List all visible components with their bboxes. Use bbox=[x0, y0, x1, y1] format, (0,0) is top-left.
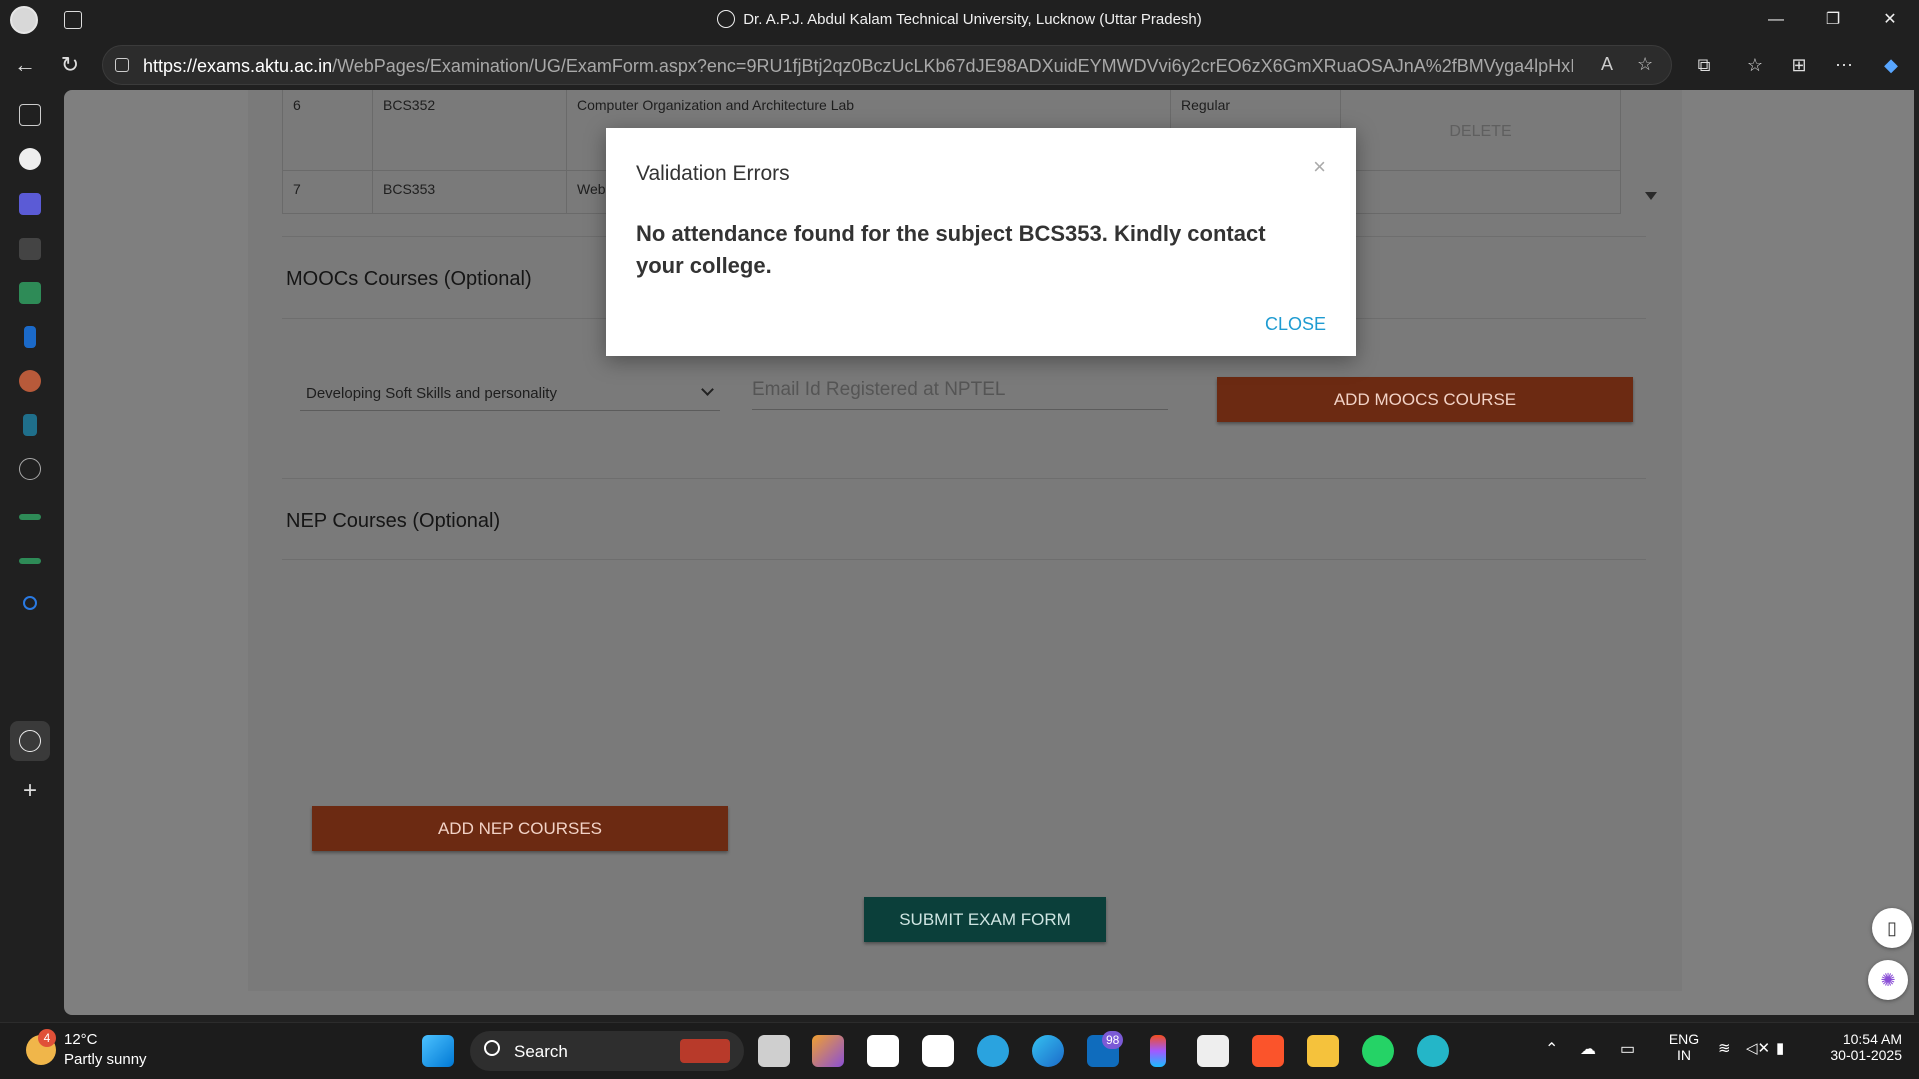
collections-icon[interactable]: ⊞ bbox=[1784, 50, 1814, 80]
c-app-icon[interactable] bbox=[19, 238, 41, 260]
canva-icon[interactable] bbox=[1417, 1035, 1449, 1067]
more-menu-icon[interactable]: ⋯ bbox=[1829, 50, 1859, 80]
row-action bbox=[1340, 170, 1621, 214]
window-title: Dr. A.P.J. Abdul Kalam Technical Univers… bbox=[0, 10, 1919, 28]
divider bbox=[282, 559, 1646, 560]
copilot-icon[interactable]: ◆ bbox=[1876, 50, 1906, 80]
add-nep-courses-button[interactable]: ADD NEP COURSES bbox=[312, 806, 728, 851]
close-window-button[interactable]: ✕ bbox=[1862, 0, 1918, 40]
moocs-course-select[interactable]: Developing Soft Skills and personality bbox=[300, 373, 720, 411]
validation-errors-dialog: Validation Errors × No attendance found … bbox=[606, 128, 1356, 356]
globe-icon[interactable] bbox=[19, 458, 41, 480]
sheets-icon[interactable] bbox=[19, 282, 41, 304]
chatgpt-icon[interactable] bbox=[19, 148, 41, 170]
extensions-icon[interactable]: ⧉ bbox=[1689, 50, 1719, 80]
weather-temp[interactable]: 12°C bbox=[64, 1031, 98, 1048]
add-icon[interactable]: + bbox=[19, 779, 41, 803]
moocs-section-title: MOOCs Courses (Optional) bbox=[286, 268, 532, 290]
weather-desc[interactable]: Partly sunny bbox=[64, 1051, 147, 1068]
chatgpt-app-icon[interactable] bbox=[922, 1035, 954, 1067]
people-icon[interactable] bbox=[23, 414, 37, 436]
favorites-icon[interactable]: ☆ bbox=[1740, 50, 1770, 80]
minimize-button[interactable]: — bbox=[1748, 0, 1804, 40]
taskbar-search[interactable]: Search bbox=[470, 1031, 744, 1071]
lang-line2: IN bbox=[1677, 1047, 1691, 1063]
tray-chevron-icon[interactable]: ⌃ bbox=[1545, 1039, 1558, 1059]
university-icon[interactable] bbox=[19, 370, 41, 392]
task-view-icon[interactable] bbox=[758, 1035, 790, 1067]
chevron-down-icon bbox=[701, 383, 714, 396]
clock-date: 30-01-2025 bbox=[1830, 1047, 1902, 1063]
site-globe-icon bbox=[717, 10, 736, 28]
add-moocs-course-button[interactable]: ADD MOOCS COURSE bbox=[1217, 377, 1633, 422]
read-aloud-icon[interactable]: A bbox=[1601, 54, 1613, 75]
scroll-down-arrow-icon[interactable] bbox=[1645, 192, 1657, 200]
whatsapp-icon[interactable] bbox=[1362, 1035, 1394, 1067]
submit-exam-form-button[interactable]: SUBMIT EXAM FORM bbox=[864, 897, 1106, 942]
telegram-icon[interactable] bbox=[977, 1035, 1009, 1067]
figma-icon[interactable] bbox=[1150, 1035, 1166, 1067]
moocs-course-selected: Developing Soft Skills and personality bbox=[306, 385, 557, 402]
search-highlight-icon bbox=[680, 1039, 730, 1063]
store-icon[interactable] bbox=[1197, 1035, 1229, 1067]
bing-icon[interactable] bbox=[24, 326, 36, 348]
row-index: 6 bbox=[282, 90, 373, 171]
reader-book-icon[interactable]: ▯ bbox=[1872, 908, 1912, 948]
clock-time: 10:54 AM bbox=[1842, 1031, 1902, 1047]
vertical-tabs-icon[interactable] bbox=[19, 104, 41, 126]
lock-icon[interactable] bbox=[115, 58, 129, 72]
ai-brain-icon[interactable]: ✺ bbox=[1868, 960, 1908, 1000]
edge-icon[interactable] bbox=[1032, 1035, 1064, 1067]
address-bar[interactable]: https://exams.aktu.ac.in/WebPages/Examin… bbox=[102, 45, 1672, 85]
onedrive-icon[interactable]: ☁ bbox=[1580, 1039, 1596, 1059]
tasks-icon[interactable] bbox=[19, 193, 41, 215]
url-path: /WebPages/Examination/UG/ExamForm.aspx?e… bbox=[332, 56, 1573, 76]
subject-code: BCS352 bbox=[372, 90, 567, 171]
restore-button[interactable]: ❐ bbox=[1805, 0, 1861, 40]
dialog-message: No attendance found for the subject BCS3… bbox=[636, 221, 1266, 278]
file-explorer-icon[interactable] bbox=[1307, 1035, 1339, 1067]
dialog-close-button[interactable]: CLOSE bbox=[1265, 314, 1326, 335]
lang-line1: ENG bbox=[1668, 1031, 1700, 1047]
url-text[interactable]: https://exams.aktu.ac.in/WebPages/Examin… bbox=[143, 56, 1573, 77]
row-index: 7 bbox=[282, 170, 373, 214]
wifi-icon[interactable]: ≋ bbox=[1718, 1039, 1731, 1057]
weather-badge: 4 bbox=[38, 1029, 56, 1047]
subject-code: BCS353 bbox=[372, 170, 567, 214]
navigation-bar: ← ↻ https://exams.aktu.ac.in/WebPages/Ex… bbox=[0, 40, 1919, 90]
browser-sidebar: + bbox=[0, 90, 62, 1020]
battery-icon[interactable]: ▮ bbox=[1776, 1039, 1784, 1057]
url-host: https://exams.aktu.ac.in bbox=[143, 56, 333, 76]
geeks-icon-2[interactable] bbox=[19, 558, 41, 564]
nptel-email-input[interactable] bbox=[752, 370, 1168, 410]
search-label: Search bbox=[514, 1042, 568, 1061]
delete-button[interactable]: DELETE bbox=[1340, 90, 1621, 171]
nep-section-title: NEP Courses (Optional) bbox=[286, 510, 501, 532]
clock[interactable]: 10:54 AM 30-01-2025 bbox=[1810, 1031, 1902, 1063]
volume-muted-icon[interactable]: ◁✕ bbox=[1746, 1039, 1770, 1057]
snipping-tool-icon[interactable] bbox=[867, 1035, 899, 1067]
copilot-app-icon[interactable] bbox=[812, 1035, 844, 1067]
active-globe-icon[interactable] bbox=[19, 730, 41, 752]
mail-badge: 98 bbox=[1102, 1031, 1124, 1049]
dialog-title: Validation Errors bbox=[636, 162, 790, 185]
window-title-text: Dr. A.P.J. Abdul Kalam Technical Univers… bbox=[743, 11, 1202, 28]
display-icon[interactable]: ▭ bbox=[1620, 1039, 1635, 1059]
dialog-close-icon[interactable]: × bbox=[1313, 154, 1326, 180]
back-arrow-icon[interactable]: ← bbox=[10, 50, 40, 80]
start-windows-icon[interactable] bbox=[422, 1035, 454, 1067]
search-icon[interactable] bbox=[23, 596, 37, 610]
brave-icon[interactable] bbox=[1252, 1035, 1284, 1067]
taskbar: 4 12°C Partly sunny Search 98 ⌃ ☁ ▭ ENG … bbox=[0, 1022, 1919, 1079]
search-icon bbox=[484, 1040, 500, 1056]
divider bbox=[282, 478, 1646, 479]
favorite-star-icon[interactable]: ☆ bbox=[1637, 54, 1653, 75]
refresh-icon[interactable]: ↻ bbox=[55, 50, 85, 80]
language-indicator[interactable]: ENG IN bbox=[1666, 1031, 1702, 1063]
geeks-icon[interactable] bbox=[19, 514, 41, 520]
title-bar: Dr. A.P.J. Abdul Kalam Technical Univers… bbox=[0, 0, 1919, 40]
